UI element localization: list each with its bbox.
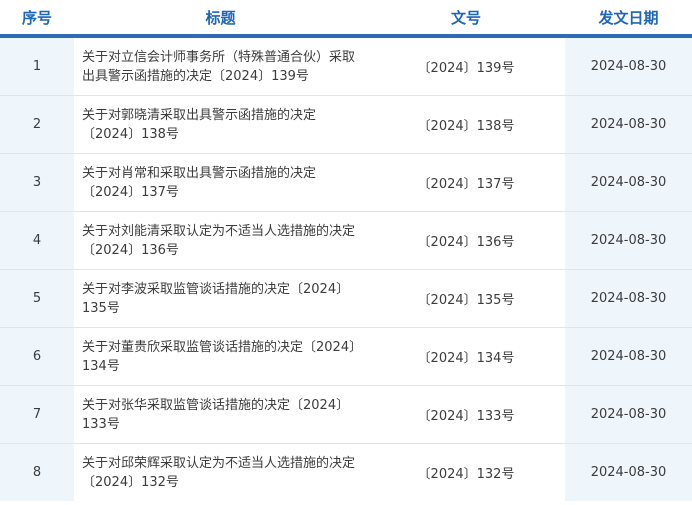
table-row: 3 关于对肖常和采取出具警示函措施的决定〔2024〕137号 〔2024〕137… — [0, 153, 692, 212]
row-doc-number: 〔2024〕134号 — [367, 327, 565, 386]
header-title: 标题 — [74, 0, 367, 38]
row-doc-number: 〔2024〕132号 — [367, 443, 565, 501]
table-row: 6 关于对董贵欣采取监管谈话措施的决定〔2024〕134号 〔2024〕134号… — [0, 327, 692, 386]
table-row: 1 关于对立信会计师事务所（特殊普通合伙）采取出具警示函措施的决定〔2024〕1… — [0, 36, 692, 96]
row-date: 2024-08-30 — [565, 153, 692, 212]
row-number: 8 — [0, 443, 74, 501]
table-row: 8 关于对邱荣辉采取认定为不适当人选措施的决定〔2024〕132号 〔2024〕… — [0, 443, 692, 501]
row-number: 1 — [0, 36, 74, 96]
row-doc-number: 〔2024〕135号 — [367, 269, 565, 328]
header-doc-number: 文号 — [367, 0, 565, 38]
row-doc-number: 〔2024〕139号 — [367, 36, 565, 96]
row-date: 2024-08-30 — [565, 95, 692, 154]
row-doc-number: 〔2024〕137号 — [367, 153, 565, 212]
row-date: 2024-08-30 — [565, 443, 692, 501]
row-title-link[interactable]: 关于对邱荣辉采取认定为不适当人选措施的决定〔2024〕132号 — [74, 443, 367, 501]
table-header-row: 序号 标题 文号 发文日期 — [0, 0, 692, 38]
row-title-link[interactable]: 关于对李波采取监管谈话措施的决定〔2024〕135号 — [74, 269, 367, 328]
row-date: 2024-08-30 — [565, 269, 692, 328]
row-doc-number: 〔2024〕133号 — [367, 385, 565, 444]
row-number: 3 — [0, 153, 74, 212]
row-date: 2024-08-30 — [565, 36, 692, 96]
row-title-link[interactable]: 关于对董贵欣采取监管谈话措施的决定〔2024〕134号 — [74, 327, 367, 386]
row-title-link[interactable]: 关于对刘能清采取认定为不适当人选措施的决定〔2024〕136号 — [74, 211, 367, 270]
row-date: 2024-08-30 — [565, 211, 692, 270]
table-row: 2 关于对郭晓清采取出具警示函措施的决定〔2024〕138号 〔2024〕138… — [0, 95, 692, 154]
row-number: 2 — [0, 95, 74, 154]
table-row: 4 关于对刘能清采取认定为不适当人选措施的决定〔2024〕136号 〔2024〕… — [0, 211, 692, 270]
row-title-link[interactable]: 关于对张华采取监管谈话措施的决定〔2024〕133号 — [74, 385, 367, 444]
row-doc-number: 〔2024〕138号 — [367, 95, 565, 154]
header-date: 发文日期 — [565, 0, 692, 38]
row-date: 2024-08-30 — [565, 327, 692, 386]
row-title-link[interactable]: 关于对肖常和采取出具警示函措施的决定〔2024〕137号 — [74, 153, 367, 212]
table-row: 5 关于对李波采取监管谈话措施的决定〔2024〕135号 〔2024〕135号 … — [0, 269, 692, 328]
row-doc-number: 〔2024〕136号 — [367, 211, 565, 270]
row-number: 4 — [0, 211, 74, 270]
documents-table: 序号 标题 文号 发文日期 1 关于对立信会计师事务所（特殊普通合伙）采取出具警… — [0, 0, 692, 501]
row-number: 5 — [0, 269, 74, 328]
row-number: 6 — [0, 327, 74, 386]
row-date: 2024-08-30 — [565, 385, 692, 444]
row-title-link[interactable]: 关于对郭晓清采取出具警示函措施的决定〔2024〕138号 — [74, 95, 367, 154]
table-row: 7 关于对张华采取监管谈话措施的决定〔2024〕133号 〔2024〕133号 … — [0, 385, 692, 444]
row-title-link[interactable]: 关于对立信会计师事务所（特殊普通合伙）采取出具警示函措施的决定〔2024〕139… — [74, 36, 367, 96]
header-number: 序号 — [0, 0, 74, 38]
row-number: 7 — [0, 385, 74, 444]
